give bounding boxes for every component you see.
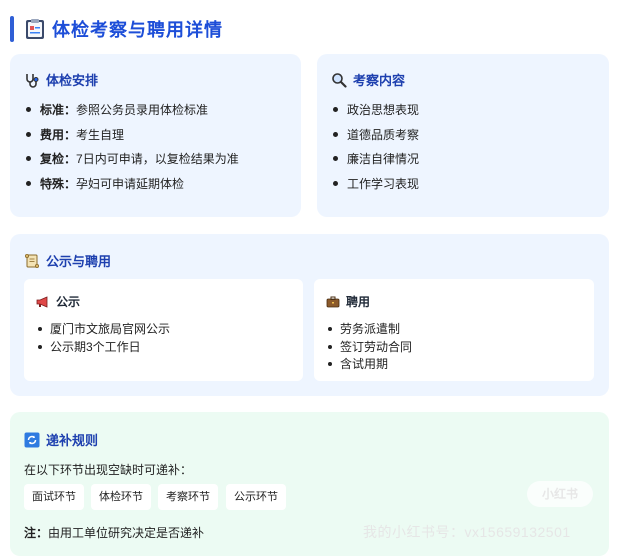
inspection-heading: 考察内容 xyxy=(331,70,405,89)
list-item: 廉洁自律情况 xyxy=(331,150,419,175)
inspection-title: 考察内容 xyxy=(353,73,406,88)
publicity-hiring-heading: 公示与聘用 xyxy=(24,251,111,270)
note-text: 由用工单位研究决定是否递补 xyxy=(48,526,205,540)
refresh-icon xyxy=(24,432,40,447)
stage-chip: 公示环节 xyxy=(226,484,286,510)
item-value: 参照公务员录用体检标准 xyxy=(76,103,209,117)
title-accent-bar xyxy=(10,16,14,42)
list-item: 标准：参照公务员录用体检标准 xyxy=(24,101,239,126)
list-item: 含试用期 xyxy=(326,356,412,374)
notice-list: 厦门市文旅局官网公示 公示期3个工作日 xyxy=(36,321,170,356)
item-value: 7日内可申请，以复检结果为准 xyxy=(76,152,239,166)
notice-panel: 公示 厦门市文旅局官网公示 公示期3个工作日 xyxy=(24,279,303,381)
clipboard-icon xyxy=(26,19,44,39)
watermark-text: 我的小红书号：vx15659132501 xyxy=(363,524,571,540)
list-item: 费用：考生自理 xyxy=(24,126,239,151)
list-item: 公示期3个工作日 xyxy=(36,339,170,357)
publicity-hiring-title: 公示与聘用 xyxy=(46,254,112,269)
stethoscope-icon xyxy=(26,73,39,88)
note-label: 注： xyxy=(24,526,49,540)
hiring-list: 劳务派遣制 签订劳动合同 含试用期 xyxy=(326,321,412,374)
item-label: 特殊： xyxy=(40,176,77,191)
list-item: 工作学习表现 xyxy=(331,175,419,200)
list-item: 复检：7日内可申请，以复检结果为准 xyxy=(24,150,239,175)
item-value: 考生自理 xyxy=(76,127,125,142)
scroll-icon xyxy=(24,253,39,268)
item-label: 标准： xyxy=(40,103,77,117)
notice-title: 公示 xyxy=(56,295,81,309)
briefcase-icon xyxy=(326,296,340,307)
megaphone-icon xyxy=(36,295,48,308)
list-item: 特殊：孕妇可申请延期体检 xyxy=(24,175,239,200)
list-item: 政治思想表现 xyxy=(331,101,419,126)
item-label: 费用： xyxy=(40,127,77,142)
list-item: 签订劳动合同 xyxy=(326,339,412,357)
list-item: 道德品质考察 xyxy=(331,126,419,151)
physical-exam-card: 体检安排 标准：参照公务员录用体检标准 费用：考生自理 复检：7日内可申请，以复… xyxy=(10,54,301,217)
notice-heading: 公示 xyxy=(36,293,80,310)
watermark-badge: 小红书 xyxy=(527,481,593,507)
stage-chip: 体检环节 xyxy=(91,484,151,510)
hiring-panel: 聘用 劳务派遣制 签订劳动合同 含试用期 xyxy=(314,279,594,381)
replacement-intro: 在以下环节出现空缺时可递补： xyxy=(24,463,193,477)
replacement-heading: 递补规则 xyxy=(24,430,98,449)
replacement-title: 递补规则 xyxy=(46,433,99,448)
replacement-note: 注：由用工单位研究决定是否递补 xyxy=(24,524,204,541)
magnifier-icon xyxy=(332,72,347,88)
hiring-title: 聘用 xyxy=(346,295,371,309)
physical-exam-list: 标准：参照公务员录用体检标准 费用：考生自理 复检：7日内可申请，以复检结果为准… xyxy=(24,101,239,199)
hiring-heading: 聘用 xyxy=(326,293,370,310)
stage-chip: 面试环节 xyxy=(24,484,84,510)
physical-exam-title: 体检安排 xyxy=(46,73,99,88)
publicity-hiring-card: 公示与聘用 公示 厦门市文旅局官网公示 公示期3个工作日 聘用 劳务派遣制 签订… xyxy=(10,234,609,396)
item-label: 复检： xyxy=(40,152,77,166)
inspection-list: 政治思想表现 道德品质考察 廉洁自律情况 工作学习表现 xyxy=(331,101,419,199)
page-header: 体检考察与聘用详情 xyxy=(10,14,223,44)
page-title: 体检考察与聘用详情 xyxy=(52,20,223,40)
inspection-card: 考察内容 政治思想表现 道德品质考察 廉洁自律情况 工作学习表现 xyxy=(317,54,609,217)
stage-chip: 考察环节 xyxy=(158,484,218,510)
list-item: 厦门市文旅局官网公示 xyxy=(36,321,170,339)
item-value: 孕妇可申请延期体检 xyxy=(76,176,185,191)
list-item: 劳务派遣制 xyxy=(326,321,412,339)
physical-exam-heading: 体检安排 xyxy=(24,70,98,89)
